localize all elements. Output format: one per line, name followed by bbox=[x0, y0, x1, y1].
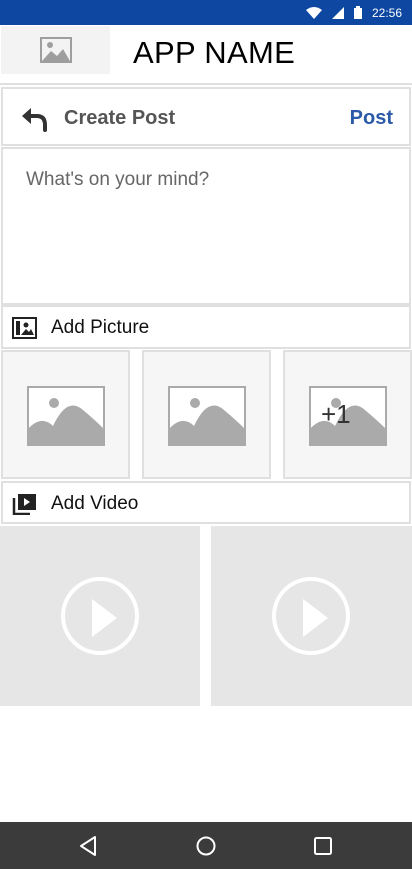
post-input-placeholder: What's on your mind? bbox=[26, 169, 210, 190]
add-picture-button[interactable]: Add Picture bbox=[1, 305, 411, 349]
image-placeholder-icon bbox=[27, 386, 105, 446]
recents-square-icon[interactable] bbox=[311, 834, 335, 858]
wifi-icon bbox=[305, 6, 322, 19]
post-button[interactable]: Post bbox=[350, 107, 393, 130]
create-post-bar: Create Post Post bbox=[1, 87, 411, 146]
add-video-label: Add Video bbox=[51, 493, 139, 514]
screen: 22:56 APP NAME Create Post Post What's o… bbox=[0, 0, 412, 869]
back-triangle-icon[interactable] bbox=[76, 834, 100, 858]
image-placeholder-icon bbox=[39, 37, 72, 63]
status-icons: 22:56 bbox=[305, 0, 402, 25]
video-library-icon bbox=[12, 494, 36, 515]
create-post-title: Create Post bbox=[64, 107, 176, 129]
app-title: APP NAME bbox=[133, 35, 296, 70]
video-thumbnail-1[interactable] bbox=[0, 526, 200, 706]
back-arrow-icon[interactable] bbox=[19, 103, 49, 133]
app-logo bbox=[1, 26, 110, 74]
image-placeholder-icon bbox=[168, 386, 246, 446]
add-video-button[interactable]: Add Video bbox=[1, 481, 411, 524]
add-photo-icon bbox=[12, 317, 37, 339]
status-bar: 22:56 bbox=[0, 0, 412, 25]
picture-thumbnail-3[interactable]: +1 bbox=[283, 350, 412, 479]
home-circle-icon[interactable] bbox=[194, 834, 218, 858]
status-time: 22:56 bbox=[371, 5, 402, 20]
video-thumbnail-2[interactable] bbox=[211, 526, 412, 706]
picture-thumbnail-1[interactable] bbox=[1, 350, 130, 479]
signal-icon bbox=[331, 6, 344, 19]
post-text-area[interactable]: What's on your mind? bbox=[1, 147, 411, 305]
more-pictures-count: +1 bbox=[321, 399, 351, 429]
app-header: APP NAME bbox=[0, 25, 412, 85]
system-nav-bar bbox=[0, 822, 412, 869]
picture-thumbnail-2[interactable] bbox=[142, 350, 271, 479]
add-picture-label: Add Picture bbox=[51, 317, 150, 338]
play-icon[interactable] bbox=[61, 577, 139, 655]
play-icon[interactable] bbox=[272, 577, 350, 655]
battery-icon bbox=[353, 6, 362, 19]
